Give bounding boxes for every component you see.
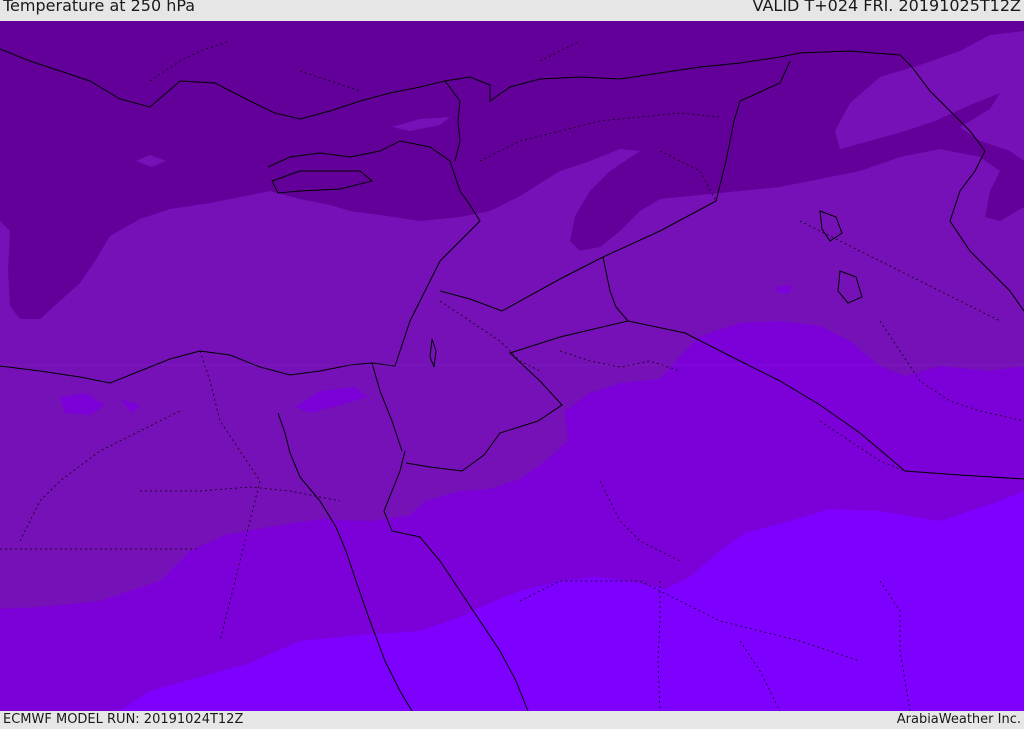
map-svg: [0, 21, 1024, 711]
model-run: ECMWF MODEL RUN: 20191024T12Z: [3, 712, 244, 727]
credit: ArabiaWeather Inc.: [896, 712, 1021, 727]
map-footer: ECMWF MODEL RUN: 20191024T12Z ArabiaWeat…: [0, 711, 1024, 729]
map-header: Temperature at 250 hPa VALID T+024 FRI. …: [0, 0, 1024, 21]
map-title: Temperature at 250 hPa: [3, 0, 196, 15]
temperature-map[interactable]: [0, 21, 1024, 711]
valid-time: VALID T+024 FRI. 20191025T12Z: [752, 0, 1021, 15]
